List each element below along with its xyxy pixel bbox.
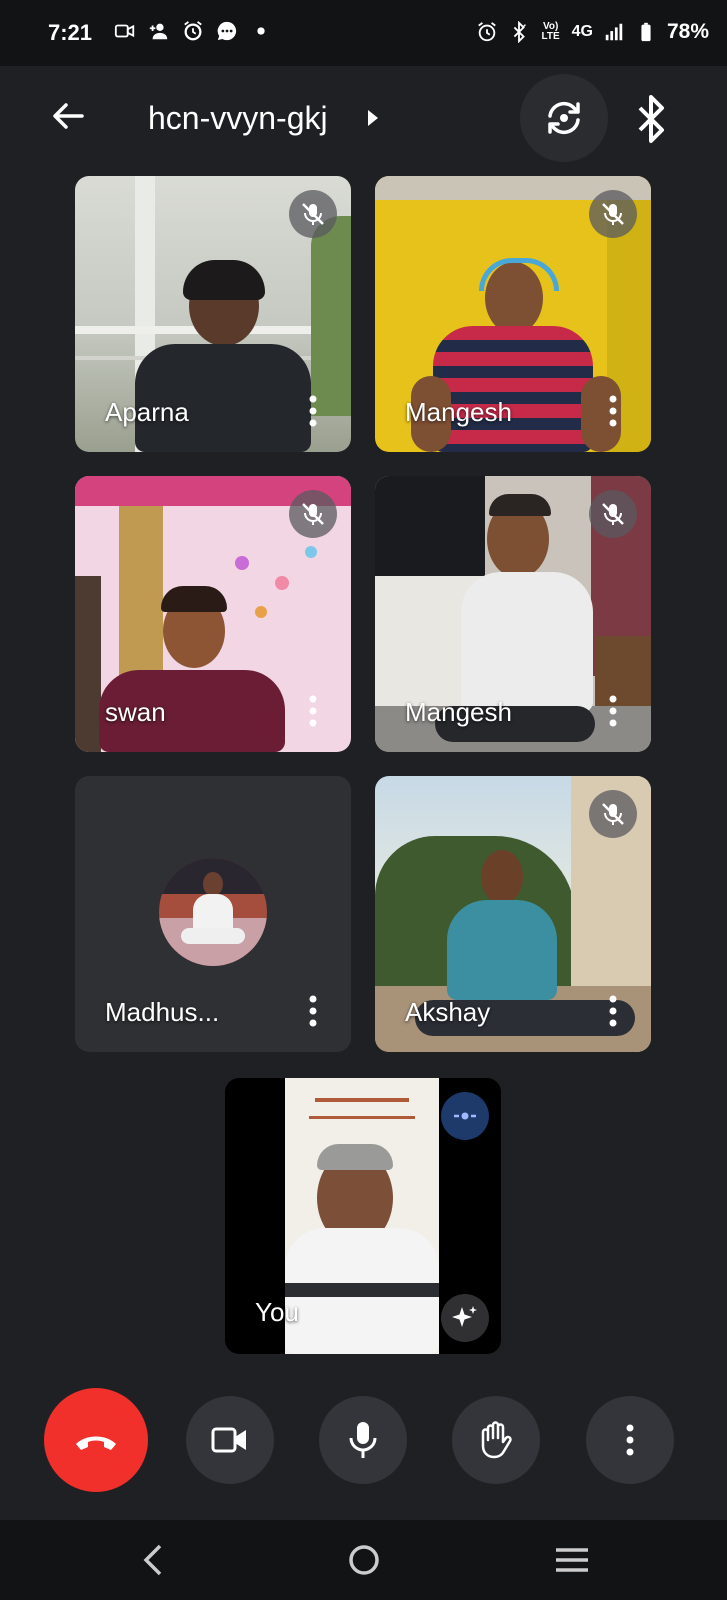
chat-bubble-icon — [217, 21, 237, 41]
meeting-header: hcn-vvyn-gkj — [0, 66, 727, 172]
status-bar: 7:21 Vo) LTE 4G 78% — [0, 0, 727, 66]
participant-tile[interactable]: Mangesh — [375, 176, 651, 452]
participant-tile[interactable]: Mangesh — [375, 476, 651, 752]
system-navigation-bar — [0, 1520, 727, 1600]
bluetooth-icon — [513, 21, 526, 43]
raise-hand-button[interactable] — [452, 1396, 540, 1484]
chevron-right-icon[interactable] — [365, 108, 381, 128]
participant-tile[interactable]: swan — [75, 476, 351, 752]
more-options-icon — [626, 1424, 634, 1456]
nav-home-icon[interactable] — [344, 1540, 384, 1580]
back-arrow-icon[interactable] — [48, 96, 88, 136]
muted-mic-icon — [589, 790, 637, 838]
alarm-icon — [184, 21, 202, 41]
meeting-code[interactable]: hcn-vvyn-gkj — [148, 100, 328, 137]
participant-name: Madhus... — [105, 997, 220, 1027]
more-options-icon[interactable] — [307, 994, 319, 1028]
self-name: You — [255, 1297, 299, 1327]
battery-percentage: 78% — [666, 20, 709, 43]
effects-button[interactable] — [441, 1294, 489, 1342]
participant-name: Akshay — [405, 997, 491, 1027]
switch-camera-button[interactable] — [520, 74, 608, 162]
video-notification-icon — [114, 24, 135, 38]
sparkle-icon — [452, 1306, 477, 1327]
participant-name: swan — [105, 697, 166, 727]
participant-name: Aparna — [105, 397, 189, 427]
status-time: 7:21 — [48, 20, 93, 45]
participant-tile[interactable]: Aparna — [75, 176, 351, 452]
camera-button[interactable] — [186, 1396, 274, 1484]
network-type: 4G — [571, 23, 593, 40]
self-video — [285, 1078, 439, 1354]
minimize-self-view-button[interactable] — [441, 1092, 489, 1140]
microphone-button[interactable] — [319, 1396, 407, 1484]
alarm-clock-icon — [477, 22, 496, 42]
camera-icon — [211, 1427, 246, 1453]
participant-name: Mangesh — [405, 697, 512, 727]
bluetooth-audio-icon[interactable] — [632, 94, 672, 144]
more-options-icon[interactable] — [607, 694, 619, 728]
more-options-icon[interactable] — [307, 694, 319, 728]
call-controls — [0, 1388, 727, 1508]
add-person-icon — [149, 23, 168, 40]
avatar — [159, 858, 267, 966]
participant-name: Mangesh — [405, 397, 512, 427]
more-options-icon[interactable] — [607, 394, 619, 428]
nav-recents-icon[interactable] — [552, 1540, 592, 1580]
more-options-icon[interactable] — [307, 394, 319, 428]
volte-indicator: Vo) LTE — [541, 21, 560, 42]
nav-back-icon[interactable] — [134, 1540, 174, 1580]
muted-mic-icon — [289, 490, 337, 538]
participant-tile[interactable]: Madhus... — [75, 776, 351, 1052]
self-view-tile[interactable]: You — [225, 1078, 501, 1354]
minimize-icon — [454, 1112, 476, 1120]
dot-icon — [257, 27, 265, 35]
raise-hand-icon — [481, 1421, 512, 1459]
participant-tile[interactable]: Akshay — [375, 776, 651, 1052]
muted-mic-icon — [289, 190, 337, 238]
switch-camera-icon — [548, 101, 580, 135]
microphone-icon — [349, 1422, 377, 1458]
signal-icon — [605, 23, 623, 41]
muted-mic-icon — [589, 490, 637, 538]
more-options-button[interactable] — [586, 1396, 674, 1484]
hang-up-icon — [76, 1436, 116, 1450]
battery-icon — [641, 22, 651, 42]
end-call-button[interactable] — [44, 1388, 148, 1492]
more-options-icon[interactable] — [607, 994, 619, 1028]
muted-mic-icon — [589, 190, 637, 238]
